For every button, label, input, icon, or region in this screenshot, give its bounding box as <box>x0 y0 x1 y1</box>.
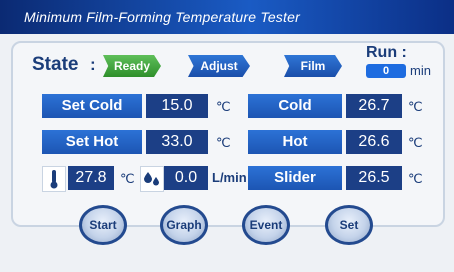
set-cold-label: Set Cold <box>42 94 142 118</box>
hot-label: Hot <box>248 130 342 154</box>
cold-unit: ℃ <box>408 99 423 114</box>
set-cold-unit: ℃ <box>216 99 231 114</box>
cold-value: 26.7 <box>346 94 402 118</box>
flow-rate-unit: L/min <box>212 170 247 185</box>
set-hot-value[interactable]: 33.0 <box>146 130 208 154</box>
flow-rate-value: 0.0 <box>164 166 208 190</box>
hot-value: 26.6 <box>346 130 402 154</box>
ambient-temp-value: 27.8 <box>68 166 114 190</box>
set-cold-value[interactable]: 15.0 <box>146 94 208 118</box>
slider-unit: ℃ <box>408 171 423 186</box>
state-label: State <box>32 54 79 75</box>
graph-button[interactable]: Graph <box>160 205 208 245</box>
run-time-value: 0 <box>366 64 406 78</box>
event-button[interactable]: Event <box>242 205 290 245</box>
state-step-adjust: Adjust <box>188 55 250 77</box>
droplets-icon <box>140 166 164 192</box>
start-button[interactable]: Start <box>79 205 127 245</box>
set-hot-unit: ℃ <box>216 135 231 150</box>
title-bar: Minimum Film-Forming Temperature Tester <box>0 0 454 34</box>
set-button-label: Set <box>339 218 359 232</box>
window-title: Minimum Film-Forming Temperature Tester <box>24 9 300 25</box>
set-button[interactable]: Set <box>325 205 373 245</box>
start-button-label: Start <box>89 218 117 232</box>
slider-label: Slider <box>248 166 342 190</box>
set-hot-label: Set Hot <box>42 130 142 154</box>
run-label: Run : <box>366 44 407 61</box>
slider-value: 26.5 <box>346 166 402 190</box>
ambient-temp-unit: ℃ <box>120 171 135 186</box>
run-time-unit: min <box>410 63 431 78</box>
cold-label: Cold <box>248 94 342 118</box>
state-colon: : <box>90 55 96 74</box>
thermometer-icon <box>42 166 66 192</box>
state-step-ready: Ready <box>103 55 161 77</box>
event-button-label: Event <box>249 218 283 232</box>
hot-unit: ℃ <box>408 135 423 150</box>
state-step-film: Film <box>284 55 342 77</box>
graph-button-label: Graph <box>166 218 202 232</box>
